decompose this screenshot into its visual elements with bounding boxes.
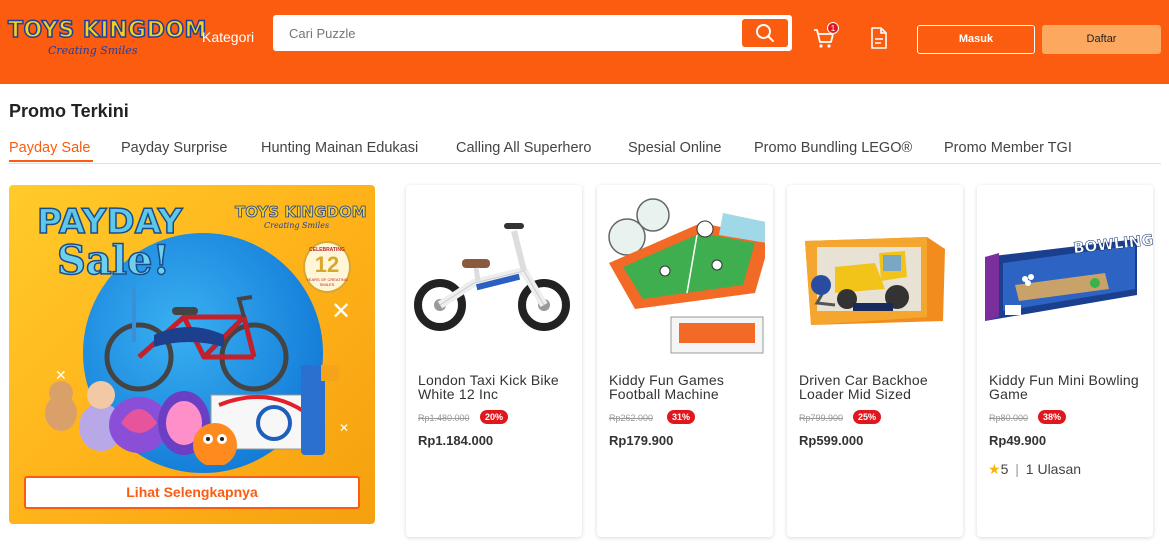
decor-cross: ✕ <box>339 421 350 435</box>
payday-sale-banner[interactable]: PAYDAY Sale! TOYS KINGDOM Creating Smile… <box>9 185 375 524</box>
tab-payday-sale[interactable]: Payday Sale <box>9 140 90 156</box>
tab-hunting-mainan-edukasi[interactable]: Hunting Mainan Edukasi <box>261 140 418 156</box>
logo-tagline: Creating Smiles <box>48 44 138 57</box>
discount-badge: 31% <box>667 410 696 424</box>
decor-cross: ✕ <box>55 367 67 383</box>
product-price: Rp599.000 <box>799 433 864 448</box>
search-icon <box>756 24 774 42</box>
product-name[interactable]: Kiddy Fun Mini Bowling Game <box>989 373 1145 401</box>
register-button[interactable]: Daftar <box>1042 25 1161 54</box>
discount-badge: 38% <box>1038 410 1067 424</box>
banner-logo: TOYS KINGDOM <box>235 203 367 222</box>
search-bar <box>273 15 792 51</box>
discount-badge: 25% <box>853 410 882 424</box>
product-card[interactable]: Kiddy Fun Games Football Machine Rp262.0… <box>597 185 773 537</box>
tab-promo-member-tgi[interactable]: Promo Member TGI <box>944 140 1072 156</box>
promo-tabs: Payday Sale Payday Surprise Hunting Main… <box>9 138 1161 164</box>
tab-spesial-online[interactable]: Spesial Online <box>628 140 722 156</box>
discount-badge: 20% <box>480 410 509 424</box>
logo-wordmark: TOYS KINGDOM <box>7 17 207 44</box>
tab-payday-surprise[interactable]: Payday Surprise <box>121 140 227 156</box>
backhoe-loader-box-image <box>805 237 945 325</box>
promo-section-title: Promo Terkini <box>9 101 129 121</box>
active-tab-indicator <box>9 160 93 162</box>
tab-promo-bundling-lego[interactable]: Promo Bundling LEGO® <box>754 140 912 156</box>
banner-headline-sale: Sale! <box>56 236 171 285</box>
category-menu[interactable]: Kategori <box>202 29 254 45</box>
balance-bike-image <box>414 223 570 331</box>
anniversary-badge-bottom: YEARS OF CREATING SMILES <box>306 277 348 287</box>
banner-logo-tagline: Creating Smiles <box>264 221 330 230</box>
product-original-price: Rp799.900 <box>799 413 844 423</box>
product-card[interactable]: Driven Car Backhoe Loader Mid Sized Rp79… <box>787 185 963 537</box>
product-original-price: Rp262.000 <box>609 413 654 423</box>
toys-kingdom-logo[interactable]: TOYS KINGDOM Creating Smiles <box>7 16 207 64</box>
search-input[interactable] <box>289 26 729 41</box>
product-price: Rp49.900 <box>989 433 1047 448</box>
anniversary-badge: CELEBRATING 12 YEARS OF CREATING SMILES <box>303 241 351 293</box>
toys-illustration <box>45 365 339 465</box>
tab-calling-all-superhero[interactable]: Calling All Superhero <box>456 140 591 156</box>
order-document-icon[interactable] <box>869 27 889 49</box>
football-table-image <box>608 198 765 354</box>
banner-headline-payday: PAYDAY <box>36 202 183 242</box>
rating-divider: | <box>1015 461 1019 477</box>
top-header: TOYS KINGDOM Creating Smiles Kategori 1 … <box>0 0 1169 84</box>
anniversary-badge-number: 12 <box>314 252 340 277</box>
product-price: Rp179.900 <box>609 433 674 448</box>
product-original-price: Rp1.480.000 <box>418 413 470 423</box>
star-icon: ★ <box>988 461 1001 477</box>
product-name[interactable]: Kiddy Fun Games Football Machine <box>609 373 765 401</box>
cart-count-badge: 1 <box>827 22 839 34</box>
product-card[interactable]: London Taxi Kick Bike White 12 Inc Rp1.4… <box>406 185 582 537</box>
decor-cross: ✕ <box>331 298 352 325</box>
product-price: Rp1.184.000 <box>418 433 494 448</box>
review-count: 1 Ulasan <box>1025 461 1082 477</box>
bowling-game-box-image <box>985 239 1137 321</box>
login-button[interactable]: Masuk <box>917 25 1035 54</box>
product-name[interactable]: Driven Car Backhoe Loader Mid Sized <box>799 373 955 401</box>
see-more-button[interactable]: Lihat Selengkapnya <box>24 476 360 509</box>
product-name[interactable]: London Taxi Kick Bike White 12 Inc <box>418 373 574 401</box>
product-card[interactable]: BOWLING Kiddy Fun Mini Bowling Game Rp80… <box>977 185 1155 537</box>
rating-value: 5 <box>1000 461 1009 477</box>
product-rating: ★5 | 1 Ulasan <box>988 461 1081 478</box>
product-original-price: Rp80.000 <box>989 413 1029 423</box>
search-button[interactable] <box>742 19 788 47</box>
